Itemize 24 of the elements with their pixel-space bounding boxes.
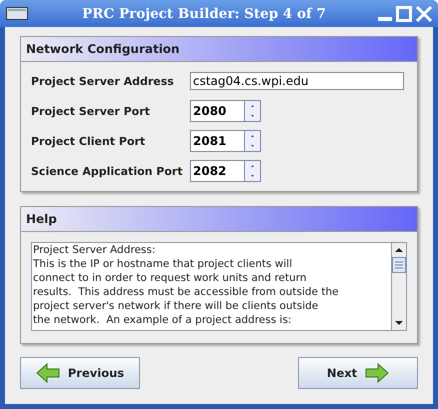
address-field[interactable]: cstag04.cs.wpi.edu [190, 72, 404, 90]
field-label: Project Server Port [31, 104, 151, 118]
field-label: Project Server Address [31, 74, 175, 88]
left-arrow-icon [36, 363, 60, 383]
window-menu-icon[interactable] [6, 7, 28, 20]
next-button[interactable]: Next [298, 357, 418, 389]
help-text-line: the network. An example of a project address is: [33, 313, 292, 327]
panel-title: Help [26, 212, 57, 226]
help-text-line: project server's network if there will be clients outside [33, 299, 320, 313]
help-text-line: connect to in order to request work units and return [33, 271, 308, 285]
help-text-area[interactable] [31, 242, 407, 331]
panel-title: Network Configuration [26, 42, 180, 56]
window-title: PRC Project Builder: Step 4 of 7 [81, 6, 327, 22]
right-arrow-icon [365, 363, 390, 383]
previous-button[interactable]: Previous [20, 357, 140, 389]
help-text-line: Project Server Address: [33, 243, 156, 257]
maximize-icon[interactable] [396, 6, 412, 22]
help-text-line: results. This address must be accessible from outside the [33, 285, 340, 299]
help-text-line: This is the IP or hostname that project clients will [33, 257, 294, 271]
field-label: Project Client Port [31, 134, 146, 148]
field-label: Science Application Port [31, 164, 184, 178]
scroll-thumb-icon[interactable] [392, 257, 406, 273]
close-icon[interactable] [416, 6, 432, 22]
scrollbar[interactable] [391, 243, 406, 330]
